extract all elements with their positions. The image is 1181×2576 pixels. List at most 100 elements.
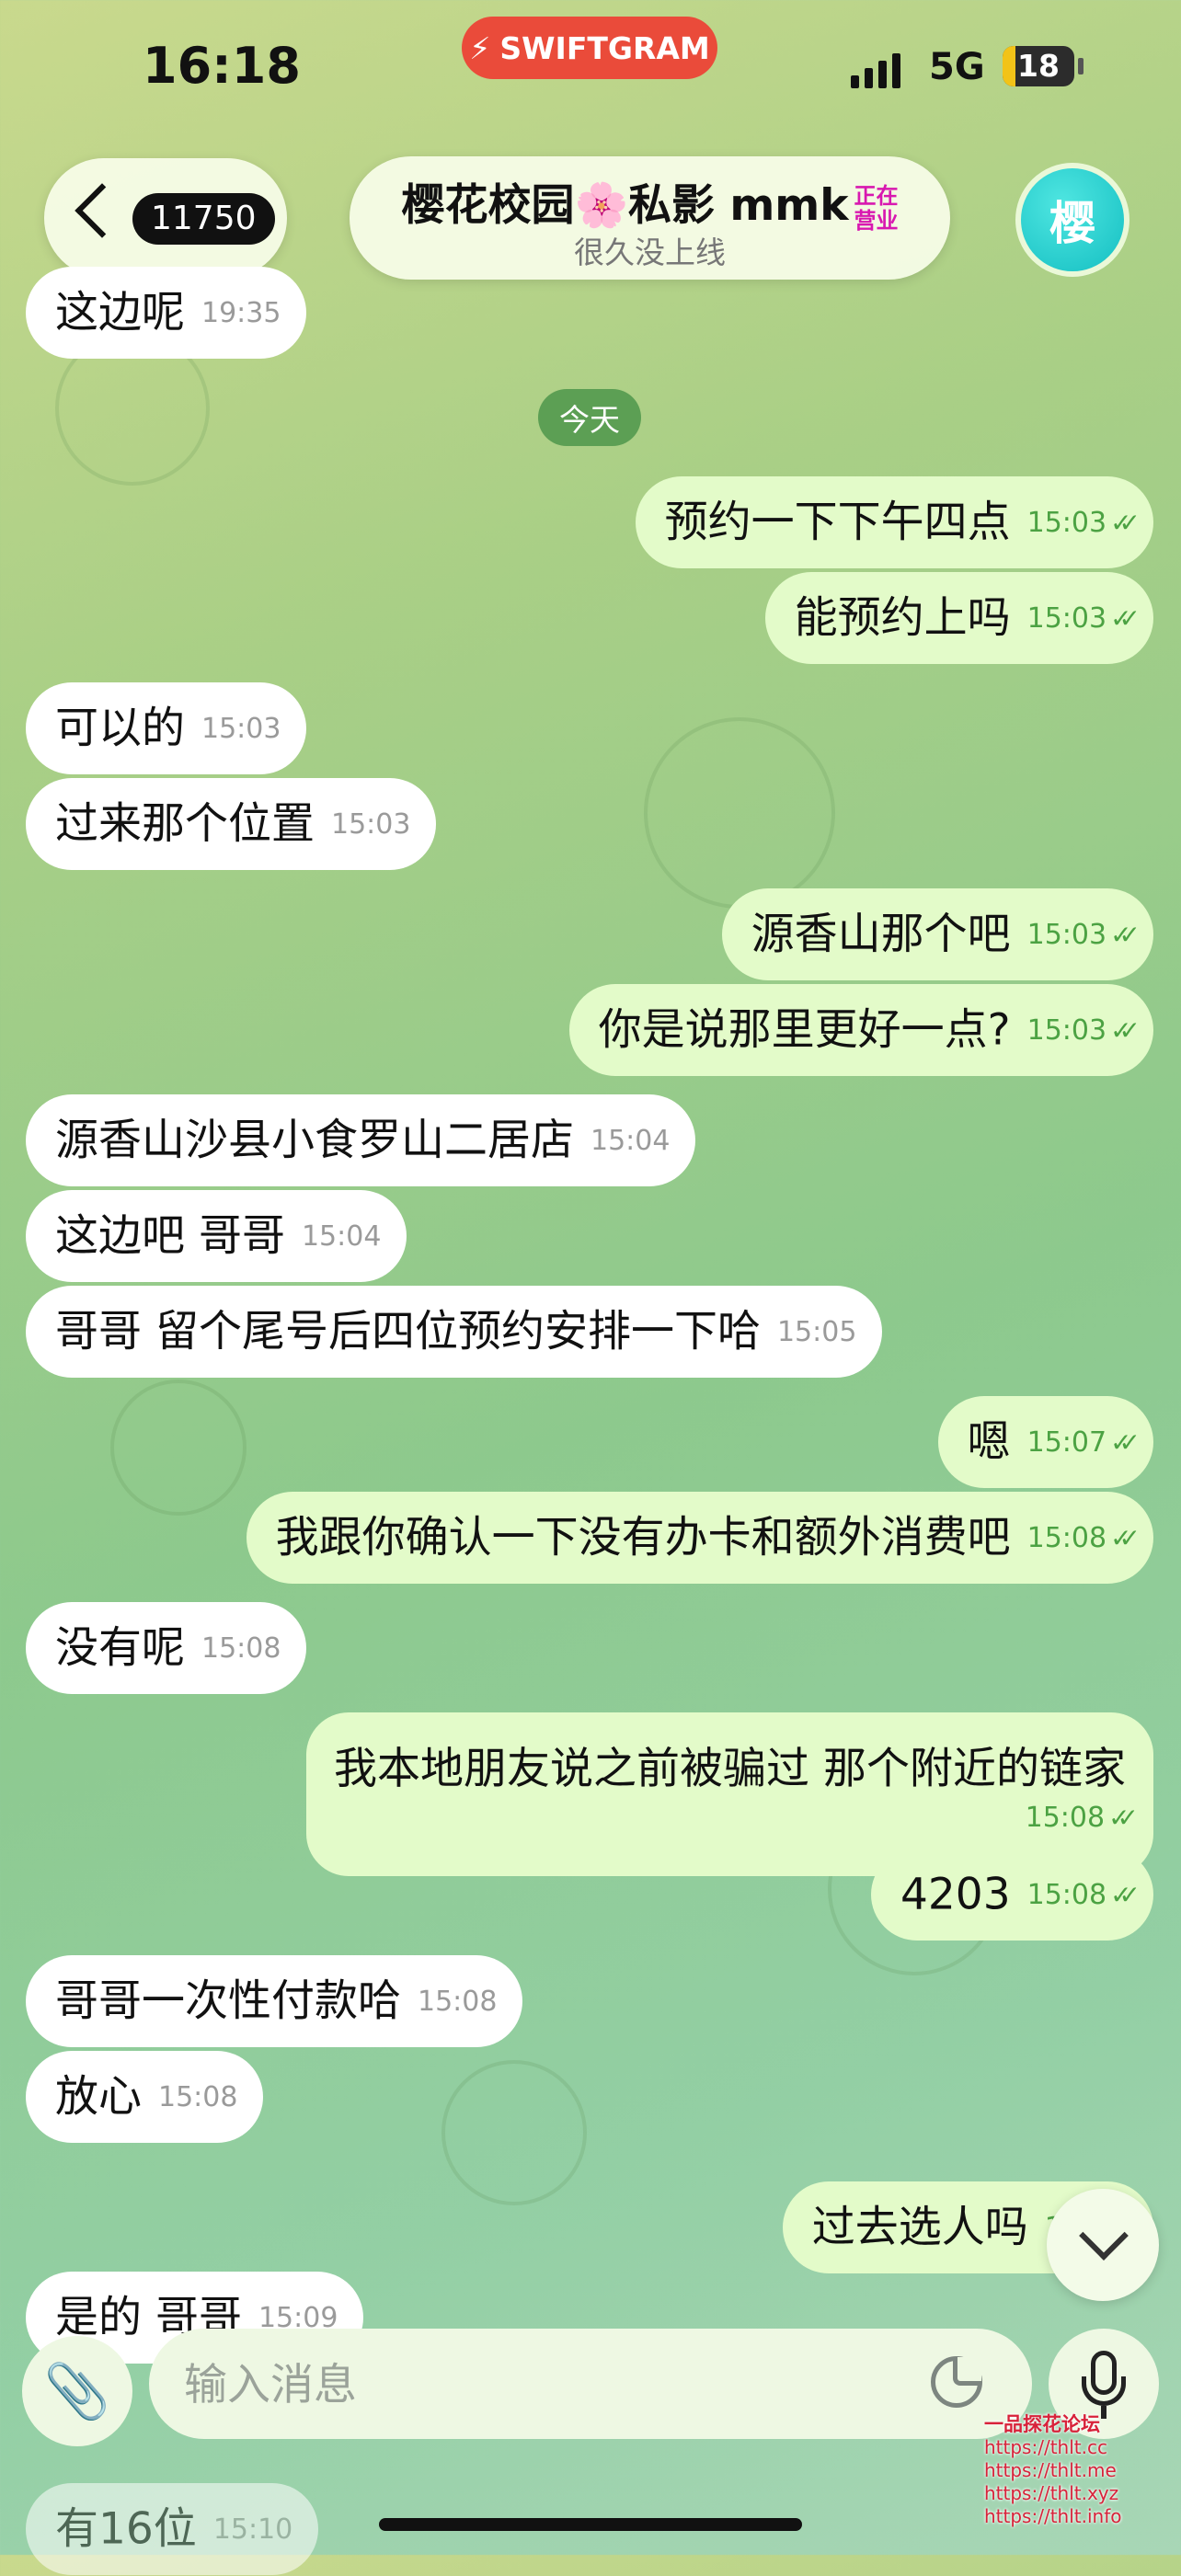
message-text: 这边呢 [55, 287, 185, 338]
background-doodle [644, 717, 835, 909]
message-meta: 15:08 [158, 2081, 237, 2113]
message-text: 源香山那个吧 [751, 909, 1011, 960]
message-time: 15:08 [1025, 1802, 1106, 1834]
date-chip: 今天 [538, 389, 641, 446]
chat-title-text: 樱花校园🌸私影 mmk [401, 180, 849, 231]
message-text: 我本地朋友说之前被骗过 那个附近的链家 [334, 1744, 1126, 1794]
message-time: 15:08 [158, 2080, 238, 2113]
message-time: 15:08 [1026, 1521, 1107, 1554]
swiftgram-label: SWIFTGRAM [499, 29, 710, 66]
sticker-icon[interactable] [931, 2356, 982, 2408]
read-ticks-icon: ✓✓ [1110, 1879, 1141, 1910]
message-meta: 15:03 ✓✓ [1026, 918, 1141, 951]
message-text: 预约一下下午四点 [664, 497, 1011, 548]
message-input[interactable] [182, 2352, 903, 2418]
message-meta: 15:03 ✓✓ [1026, 1013, 1141, 1047]
background-doodle [110, 1380, 247, 1516]
message-bubble-incoming[interactable]: 这边呢 19:35 [26, 267, 307, 359]
message-text: 嗯 [967, 1416, 1011, 1468]
message-text: 4203 [900, 1869, 1011, 1920]
battery-level: 18 [1017, 48, 1060, 84]
message-bubble-outgoing[interactable]: 预约一下下午四点 15:03 ✓✓ [635, 476, 1153, 568]
signal-icon [851, 53, 900, 88]
read-ticks-icon: ✓✓ [1110, 1014, 1141, 1046]
message-time: 15:05 [776, 1315, 857, 1348]
chat-title-pill[interactable]: 樱花校园🌸私影 mmk 正在 营业 很久没上线 [350, 156, 950, 280]
message-meta: 15:08 ✓✓ [350, 1802, 1139, 1834]
read-ticks-icon: ✓✓ [1108, 1803, 1139, 1833]
home-indicator [379, 2518, 802, 2531]
message-bubble-incoming[interactable]: 哥哥一次性付款哈 15:08 [26, 1955, 523, 2047]
message-bubble-outgoing[interactable]: 能预约上吗 15:03 ✓✓ [764, 572, 1153, 664]
attach-button[interactable]: 📎 [22, 2336, 132, 2446]
message-bubble-incoming[interactable]: 放心 15:08 [26, 2051, 264, 2143]
message-time: 15:03 [1026, 918, 1107, 951]
message-input-pill[interactable] [149, 2329, 1032, 2439]
unread-count-badge: 11750 [132, 193, 275, 245]
paperclip-icon: 📎 [43, 2359, 111, 2422]
message-meta: 15:04 [590, 1125, 670, 1157]
message-time: 15:08 [1026, 1878, 1107, 1911]
message-text: 没有呢 [55, 1622, 185, 1674]
chevron-down-icon [1079, 2211, 1129, 2261]
message-time: 15:03 [201, 712, 281, 745]
message-meta: 15:07 ✓✓ [1026, 1425, 1141, 1459]
message-meta: 15:03 ✓✓ [1026, 601, 1141, 635]
message-text: 有16位 [55, 2503, 197, 2555]
avatar[interactable]: 樱 [1015, 163, 1129, 277]
message-bubble-incoming[interactable]: 这边吧 哥哥 15:04 [26, 1190, 407, 1282]
background-doodle [441, 2060, 587, 2205]
chat-subtitle: 很久没上线 [574, 235, 726, 270]
message-meta: 15:05 [777, 1316, 856, 1348]
message-text: 能预约上吗 [794, 592, 1011, 644]
status-time: 16:18 [143, 37, 301, 95]
message-text: 源香山沙县小食罗山二居店 [55, 1115, 574, 1166]
message-bubble-outgoing[interactable]: 我跟你确认一下没有办卡和额外消费吧 15:08 ✓✓ [246, 1492, 1153, 1584]
message-meta: 15:04 [302, 1220, 381, 1253]
watermark-url: https://thlt.xyz [984, 2482, 1119, 2504]
message-bubble-outgoing[interactable]: 4203 15:08 ✓✓ [870, 1849, 1153, 1941]
message-bubble-incoming[interactable]: 哥哥 留个尾号后四位预约安排一下哈 15:05 [26, 1286, 883, 1378]
message-bubble-incoming[interactable]: 有16位 15:10 [26, 2483, 319, 2575]
message-text: 我跟你确认一下没有办卡和额外消费吧 [275, 1512, 1011, 1563]
open-status-stamp: 正在 营业 [854, 182, 899, 234]
message-bubble-outgoing[interactable]: 你是说那里更好一点? 15:03 ✓✓ [568, 984, 1153, 1076]
message-bubble-incoming[interactable]: 过来那个位置 15:03 [26, 778, 437, 870]
message-time: 15:07 [1026, 1425, 1107, 1459]
message-bubble-outgoing[interactable]: 源香山那个吧 15:03 ✓✓ [721, 888, 1153, 980]
message-time: 15:03 [331, 807, 411, 841]
read-ticks-icon: ✓✓ [1110, 602, 1141, 634]
message-bubble-outgoing[interactable]: 嗯 15:07 ✓✓ [937, 1396, 1153, 1488]
message-text: 这边吧 哥哥 [55, 1210, 285, 1262]
message-text: 过来那个位置 [55, 798, 315, 850]
message-time: 15:08 [201, 1631, 281, 1665]
scroll-down-button[interactable] [1047, 2189, 1159, 2301]
message-text: 放心 [55, 2071, 142, 2123]
message-time: 15:08 [418, 1985, 498, 2018]
message-time: 19:35 [201, 296, 281, 329]
watermark-url: https://thlt.cc [984, 2436, 1107, 2458]
message-text: 可以的 [55, 703, 185, 754]
watermark-url: https://thlt.info [984, 2505, 1122, 2527]
read-ticks-icon: ✓✓ [1110, 919, 1141, 950]
message-time: 15:04 [301, 1219, 382, 1253]
chat-title: 樱花校园🌸私影 mmk 正在 营业 [350, 169, 950, 234]
message-bubble-incoming[interactable]: 没有呢 15:08 [26, 1602, 307, 1694]
message-time: 15:10 [212, 2513, 293, 2546]
message-time: 15:03 [1026, 601, 1107, 635]
forum-watermark: 一品探花论坛 https://thlt.cc https://thlt.me h… [984, 2413, 1121, 2528]
battery-cap [1078, 58, 1084, 74]
microphone-icon-arc [1082, 2376, 1126, 2406]
message-time: 15:04 [590, 1124, 671, 1157]
message-text: 哥哥 留个尾号后四位预约安排一下哈 [55, 1306, 761, 1357]
message-bubble-incoming[interactable]: 可以的 15:03 [26, 682, 307, 774]
message-meta: 15:08 [418, 1986, 497, 2018]
message-bubble-incoming[interactable]: 源香山沙县小食罗山二居店 15:04 [26, 1094, 696, 1186]
battery-icon: 18 [1003, 46, 1074, 86]
lightning-icon: ⚡ [469, 29, 491, 66]
message-text: 过去选人吗 [811, 2202, 1028, 2253]
message-time: 15:03 [1026, 1013, 1107, 1047]
message-text: 你是说那里更好一点? [598, 1004, 1011, 1056]
message-meta: 15:08 [201, 1632, 281, 1665]
back-button[interactable]: 11750 [44, 158, 287, 278]
